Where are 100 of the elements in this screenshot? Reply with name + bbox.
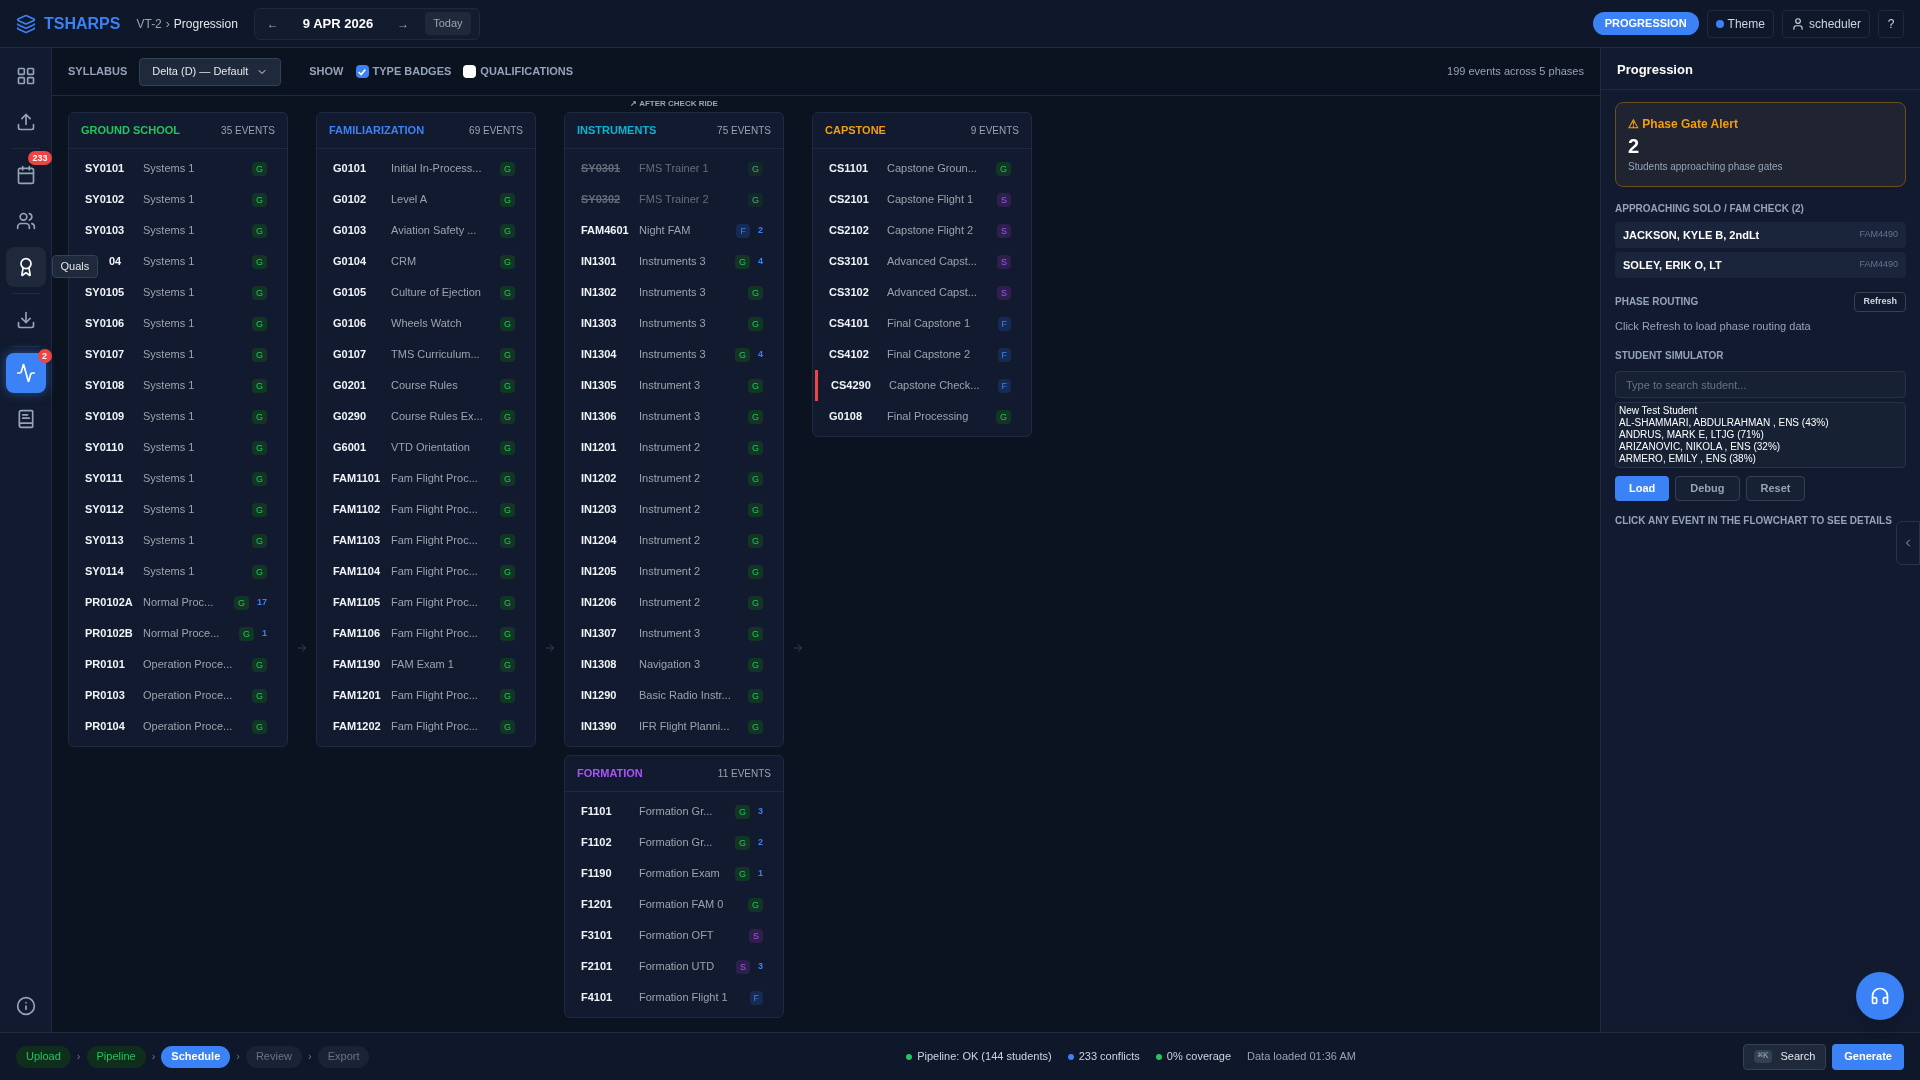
event-code: SY0106 <box>85 316 126 332</box>
event-code: SY0101 <box>85 161 126 177</box>
type-label: S <box>997 285 1011 300</box>
event-code: SY0109 <box>85 409 126 425</box>
alert-title: ⚠ Phase Gate Alert <box>1628 116 1739 133</box>
type-label: G <box>748 595 763 610</box>
event-code: IN1308 <box>581 657 618 673</box>
type-label: G <box>252 192 267 207</box>
mode-pill: PROGRESSION <box>1592 12 1699 35</box>
type-label: G <box>252 254 267 269</box>
event-code: FAM1201 <box>333 688 382 704</box>
status-text: 0% coverage <box>1166 1049 1232 1065</box>
type-label: G <box>748 192 763 207</box>
count-label: 3 <box>758 804 763 818</box>
phase-count: 9 EVENTS <box>970 124 1019 138</box>
count-label: 4 <box>758 254 763 268</box>
event-code: IN1302 <box>581 285 618 301</box>
event-name: Instrument 2 <box>639 533 702 549</box>
type-label: G <box>748 409 763 424</box>
event-name: Final Capstone 2 <box>887 347 972 363</box>
event-code: SY0107 <box>85 347 126 363</box>
phase-title: CAPSTONE <box>825 123 886 139</box>
type-label: G <box>252 161 267 176</box>
event-code: G0103 <box>333 223 368 239</box>
event-code: PR0102B <box>85 626 134 642</box>
event-name: Instrument 2 <box>639 471 702 487</box>
phase-title: FAMILIARIZATION <box>329 123 425 139</box>
event-code: G6001 <box>333 440 368 456</box>
event-name: Systems 1 <box>143 223 196 239</box>
count-label: 1 <box>758 866 763 880</box>
type-label: S <box>997 254 1011 269</box>
student-name: SOLEY, ERIK O, LT <box>1623 257 1722 273</box>
event-name: Instrument 2 <box>639 440 702 456</box>
alert-caption: Students approaching phase gates <box>1628 160 1784 174</box>
count-label: 2 <box>758 835 763 849</box>
event-name: Instrument 2 <box>639 502 702 518</box>
event-name: Capstone Check... <box>889 378 981 394</box>
event-name: Course Rules <box>391 378 459 394</box>
event-code: IN1301 <box>581 254 618 270</box>
event-name: Capstone Groun... <box>887 161 978 177</box>
event-code: CS2101 <box>829 192 870 208</box>
event-code: F4101 <box>581 990 614 1006</box>
event-code: IN1303 <box>581 316 618 332</box>
event-code: FAM1202 <box>333 719 382 735</box>
type-label: G <box>500 223 515 238</box>
event-code: G0101 <box>333 161 368 177</box>
type-label: G <box>252 564 267 579</box>
type-label: G <box>500 564 515 579</box>
type-label: F <box>997 347 1011 362</box>
event-name: Operation Proce... <box>143 719 234 735</box>
event-name: Culture of Ejection <box>391 285 482 301</box>
type-label: G <box>252 502 267 517</box>
event-code: SY0114 <box>85 564 125 580</box>
event-name: Operation Proce... <box>143 657 234 673</box>
event-name: Formation UTD <box>639 959 716 975</box>
event-code: FAM1104 <box>333 564 382 580</box>
count-label: 3 <box>758 959 763 973</box>
type-label: G <box>748 316 763 331</box>
show-label: SHOW <box>309 64 344 80</box>
event-code: PR0102A <box>85 595 134 611</box>
event-code: IN1205 <box>581 564 618 580</box>
type-label: F <box>997 316 1011 331</box>
type-label: G <box>734 835 750 850</box>
event-code: G0290 <box>333 409 368 425</box>
phase-count: 11 EVENTS <box>717 767 771 781</box>
type-label: G <box>500 502 515 517</box>
event-name: Formation Flight 1 <box>639 990 729 1006</box>
type-label: G <box>252 657 267 672</box>
shortcut-key: ⌘K <box>1753 1049 1773 1064</box>
event-name: Advanced Capst... <box>887 285 978 301</box>
event-code: FAM4490 <box>1859 228 1898 242</box>
event-code: FAM1102 <box>333 502 382 518</box>
type-label: G <box>748 719 763 734</box>
event-code: G0201 <box>333 378 368 394</box>
event-name: Advanced Capst... <box>887 254 978 270</box>
step-separator: › <box>151 1049 156 1065</box>
breadcrumb-separator: › <box>165 15 170 33</box>
event-name: Initial In-Process... <box>391 161 483 177</box>
type-label: G <box>500 285 515 300</box>
section-title: APPROACHING SOLO / FAM CHECK (2) <box>1615 202 1805 216</box>
event-name: Systems 1 <box>143 440 196 456</box>
event-name: Fam Flight Proc... <box>391 533 479 549</box>
event-code: SY0103 <box>85 223 126 239</box>
current-date: 9 APR 2026 <box>301 14 375 33</box>
event-name: Systems 1 <box>143 533 196 549</box>
event-name: Systems 1 <box>143 378 196 394</box>
type-label: G <box>748 502 763 517</box>
event-code: IN1204 <box>581 533 618 549</box>
event-name: Instrument 3 <box>639 626 702 642</box>
type-label: G <box>252 719 267 734</box>
event-name: Formation Gr... <box>639 835 714 851</box>
type-label: G <box>734 254 750 269</box>
event-code: SY0110 <box>85 440 125 456</box>
event-code: FAM1103 <box>333 533 382 549</box>
event-code: SY0302 <box>581 192 622 208</box>
event-name: Fam Flight Proc... <box>391 719 479 735</box>
event-code: SY0102 <box>85 192 126 208</box>
type-label: G <box>748 897 763 912</box>
student-name: JACKSON, KYLE B, 2ndLt <box>1623 227 1760 243</box>
event-code: F1102 <box>581 835 613 851</box>
